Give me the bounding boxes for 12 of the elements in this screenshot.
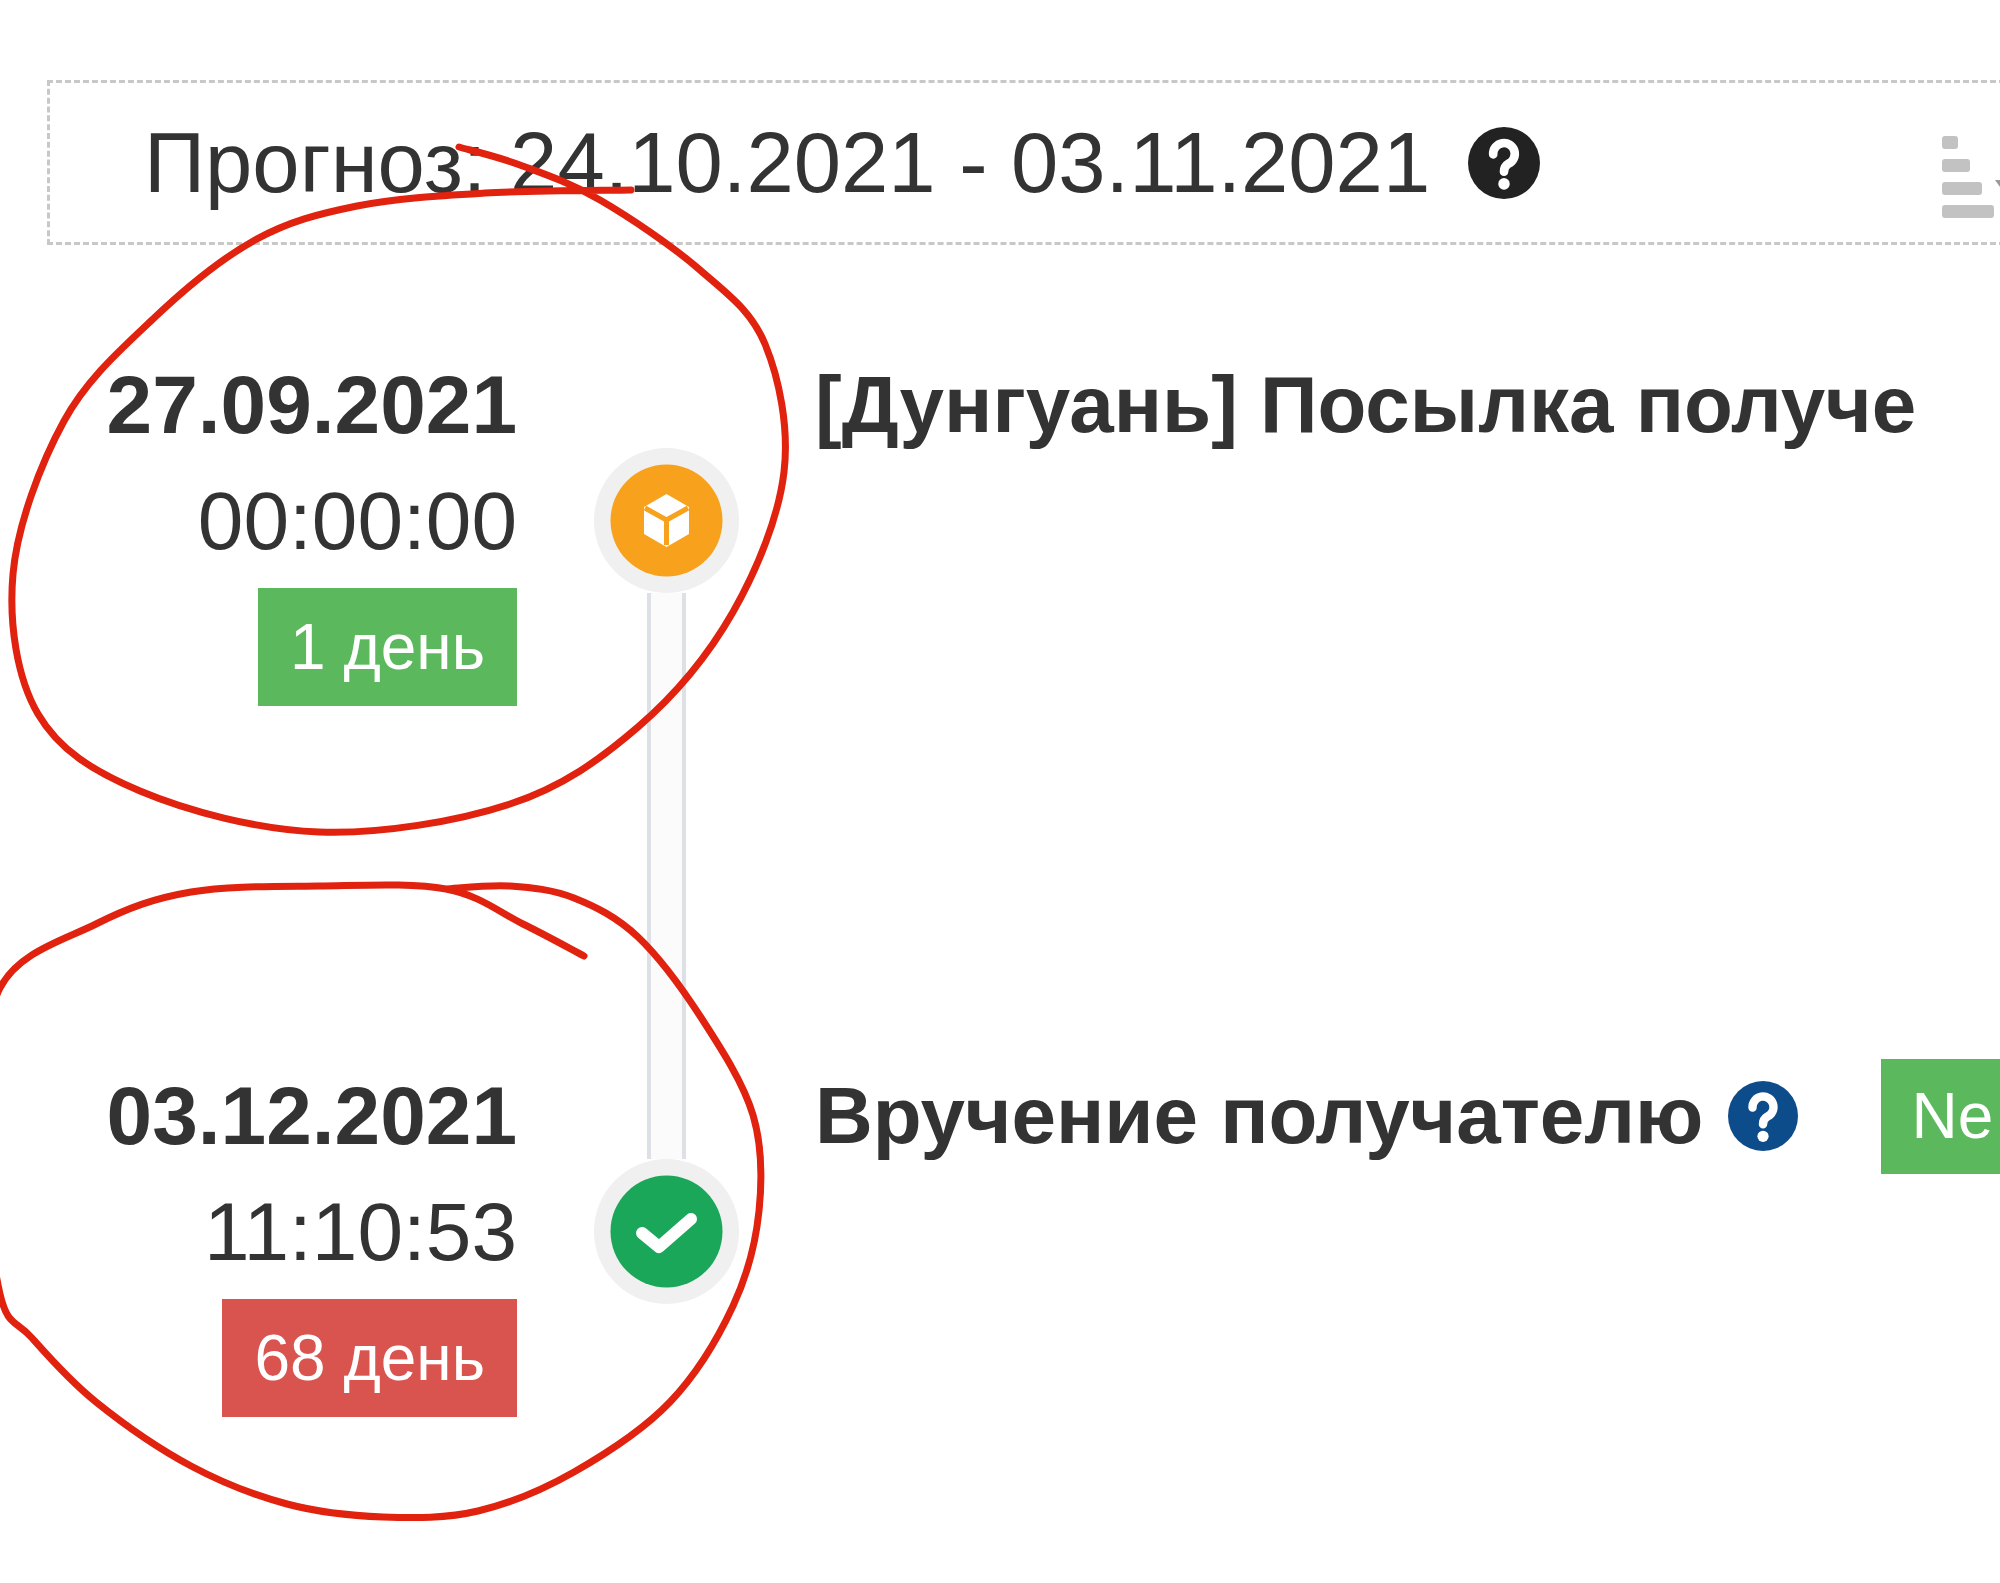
new-tag: Ne	[1881, 1058, 2000, 1174]
event-date: 03.12.2021	[105, 1069, 517, 1163]
help-icon[interactable]	[1468, 126, 1541, 199]
duration-badge: 68 день	[222, 1299, 517, 1417]
help-icon[interactable]	[1728, 1081, 1799, 1151]
forecast-text: Прогноз: 24.10.2021 - 03.11.2021	[144, 113, 1431, 212]
event-date: 27.09.2021	[105, 358, 517, 452]
duration-badge: 1 день	[258, 588, 517, 706]
event-time: 00:00:00	[196, 474, 517, 568]
event-title: Вручение получателю	[815, 1070, 1704, 1162]
event-title: [Дунгуань] Посылка получе	[815, 359, 1917, 451]
event-time: 11:10:53	[202, 1185, 517, 1279]
